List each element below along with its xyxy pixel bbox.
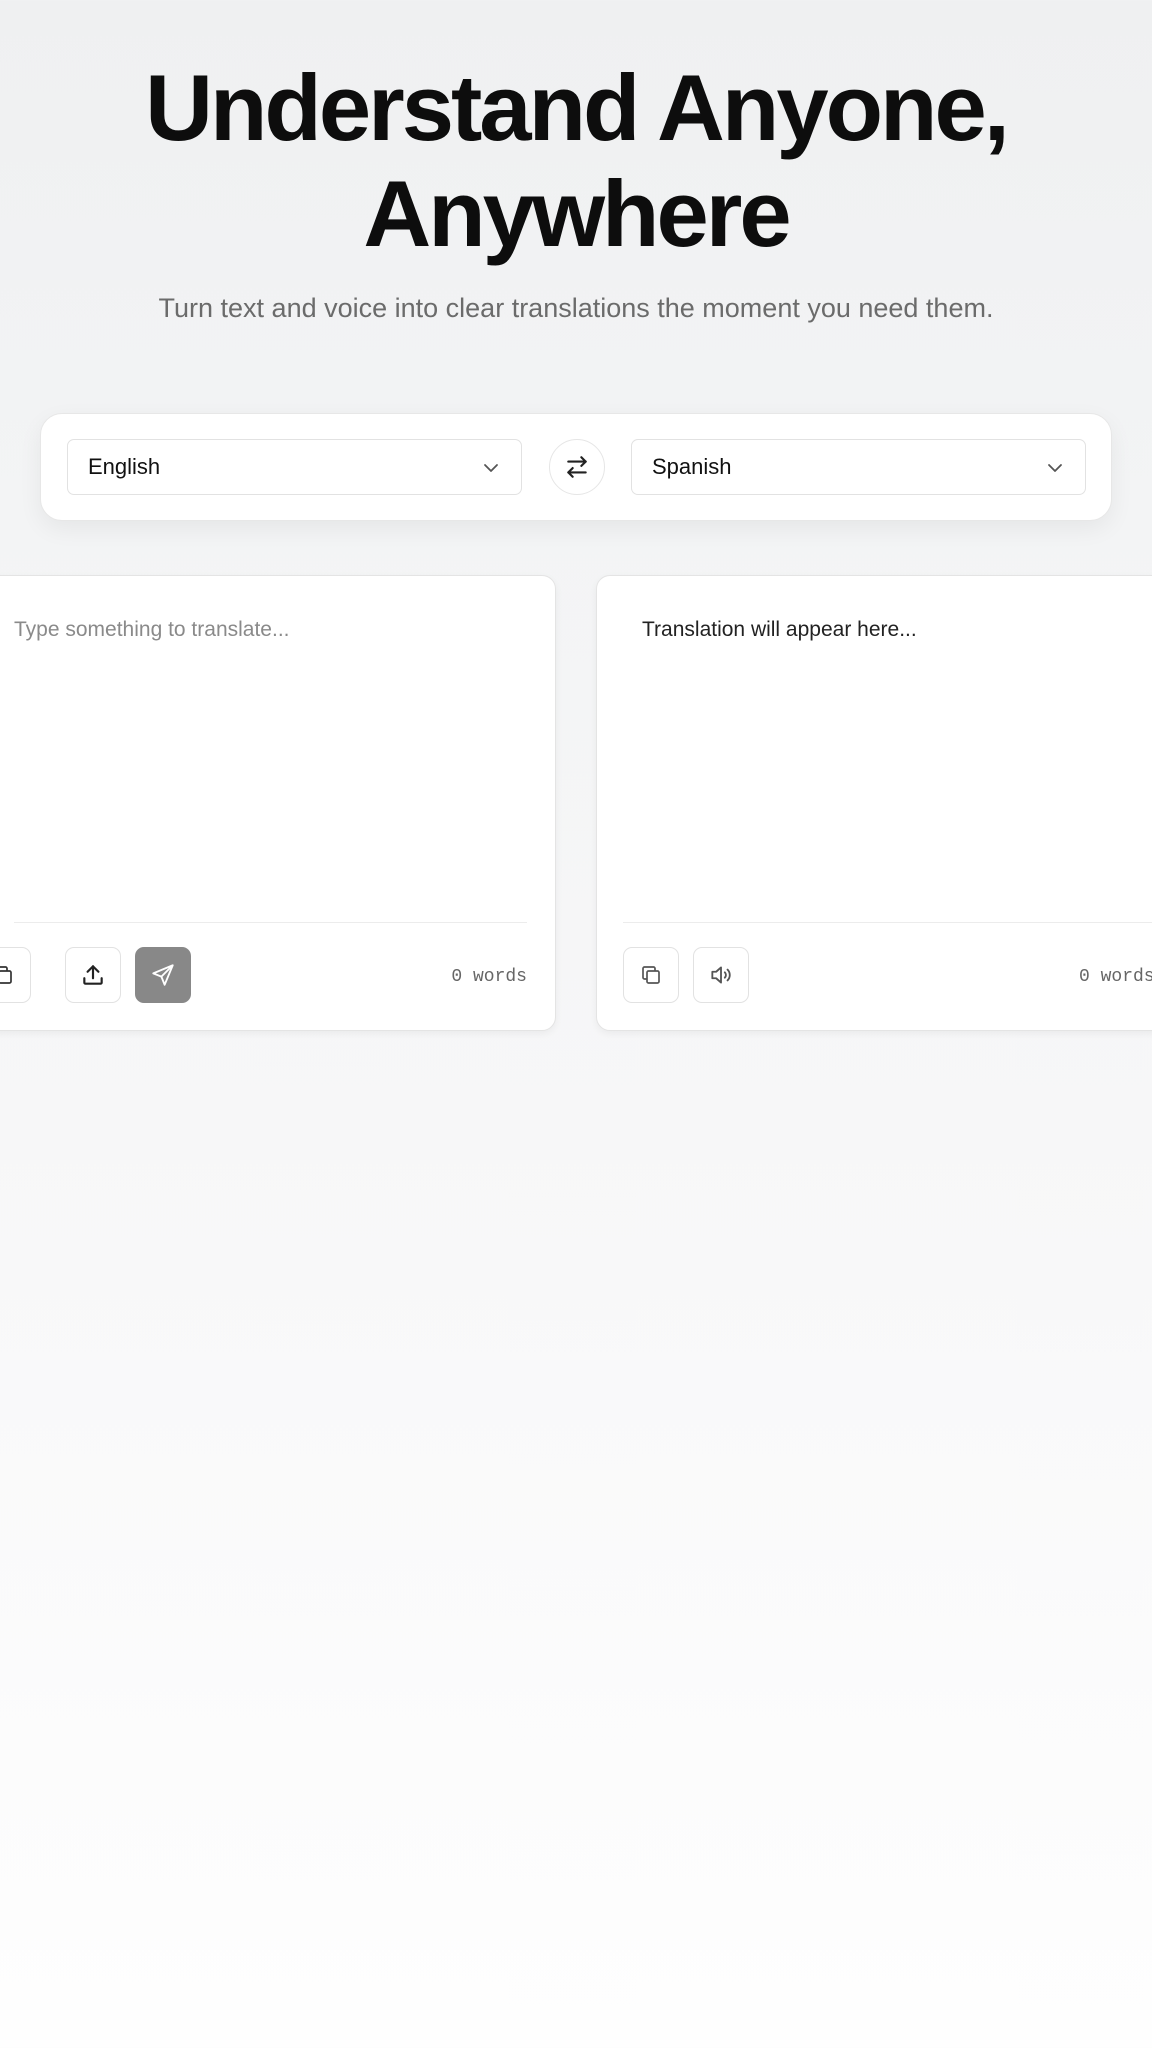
source-language-label: English [88, 454, 161, 479]
swap-arrows-icon [567, 456, 587, 478]
translation-output: Translation will appear here... [642, 618, 917, 641]
page-title: Understand Anyone, Anywhere [0, 55, 1152, 267]
upload-button[interactable] [65, 947, 121, 1003]
title-line-1: Understand Anyone, [145, 55, 1010, 160]
source-text-input[interactable] [0, 576, 555, 922]
listen-button[interactable] [693, 947, 749, 1003]
source-language-select[interactable]: English [67, 439, 522, 495]
swap-languages-button[interactable] [549, 439, 605, 495]
upload-icon [83, 965, 103, 985]
source-text-panel: 0 words [0, 575, 556, 1031]
source-word-count: 0 words [451, 967, 527, 987]
chevron-down-icon [1048, 464, 1062, 472]
send-button[interactable] [135, 947, 191, 1003]
page-subtitle: Turn text and voice into clear translati… [158, 293, 994, 323]
target-language-select[interactable]: Spanish [631, 439, 1086, 495]
copy-icon [0, 966, 12, 984]
copy-source-button[interactable] [0, 947, 31, 1003]
translation-word-count: 0 words [1079, 967, 1152, 987]
translation-panel: Translation will appear here... 0 words [596, 575, 1152, 1031]
chevron-down-icon [484, 464, 498, 472]
copy-translation-button[interactable] [623, 947, 679, 1003]
panel-divider [14, 922, 527, 923]
speaker-icon [711, 966, 731, 984]
panel-divider [623, 922, 1152, 923]
title-line-2: Anywhere [363, 161, 791, 266]
copy-icon [642, 966, 660, 984]
language-selector-bar: English Spanish [40, 413, 1112, 521]
send-icon [152, 964, 174, 986]
target-language-label: Spanish [652, 454, 732, 479]
